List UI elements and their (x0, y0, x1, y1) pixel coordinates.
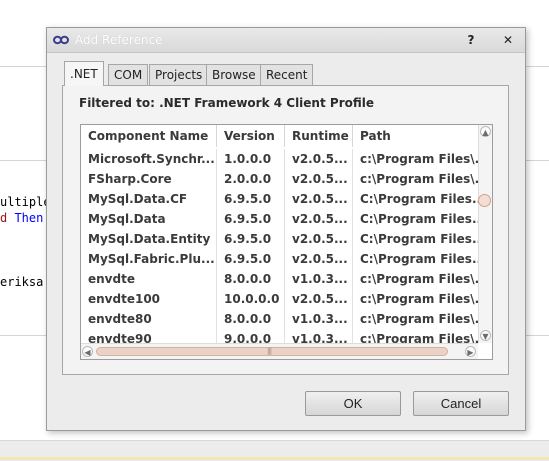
list-header: Component Name Version Runtime Path (81, 125, 478, 147)
cell-runtime: v1.0.3... (284, 269, 352, 289)
cell-runtime: v2.0.5... (284, 209, 352, 229)
cell-runtime: v2.0.5... (284, 249, 352, 269)
cell-version: 6.9.5.0 (216, 249, 284, 269)
table-row[interactable]: envdte100 10.0.0.0 v2.0.5... c:\Program Fil… (81, 289, 478, 309)
visual-studio-icon (53, 35, 69, 45)
cell-path: c:\Program Files\... (352, 269, 478, 289)
tab-projects[interactable]: Projects (149, 64, 209, 85)
cell-path: c:\Program Files\... (352, 169, 478, 189)
cell-path: c:\Program Files\... (352, 289, 478, 309)
cell-component-name: FSharp.Core (88, 172, 172, 186)
cell-version: 10.0.0.0 (216, 289, 284, 309)
cell-component-name: MySql.Data.Entity (88, 232, 211, 246)
cell-path: c:\Program Files\... (352, 309, 478, 329)
table-row[interactable]: FSharp.Core 2.0.0.0 v2.0.5... c:\Program Fi… (81, 169, 478, 189)
editor-status-strip (0, 440, 549, 461)
question-mark-icon[interactable]: ? (462, 31, 480, 49)
cell-version: 6.9.5.0 (216, 189, 284, 209)
cell-version: 2.0.0.0 (216, 169, 284, 189)
cell-runtime: v2.0.5... (284, 169, 352, 189)
editor-code-line: d Then (0, 211, 43, 225)
cell-path: C:\Program Files... (352, 249, 478, 269)
ok-button[interactable]: OK (305, 391, 401, 416)
close-icon[interactable]: ✕ (499, 31, 517, 49)
cell-path: C:\Program Files... (352, 229, 478, 249)
editor-code-line: ultiple (0, 195, 51, 209)
table-row[interactable]: MySql.Data.CF 6.9.5.0 v2.0.5... C:\Program … (81, 189, 478, 209)
filter-label: Filtered to: .NET Framework 4 Client Pro… (79, 96, 374, 110)
cell-component-name: Microsoft.Synchr... (88, 152, 215, 166)
cell-component-name: MySql.Data (88, 212, 166, 226)
cell-path: C:\Program Files... (352, 189, 478, 209)
scroll-down-icon[interactable]: ▼ (480, 330, 491, 341)
cell-runtime: v2.0.5... (284, 229, 352, 249)
editor-code-line: eriksa (0, 275, 44, 289)
column-header-path[interactable]: Path (352, 125, 478, 147)
grip-icon: ||| (267, 347, 272, 355)
scroll-right-icon[interactable]: ▶ (465, 346, 476, 357)
cell-runtime: v2.0.5... (284, 189, 352, 209)
cell-runtime: v1.0.3... (284, 309, 352, 329)
tab-recent[interactable]: Recent (260, 64, 314, 85)
column-header-version[interactable]: Version (216, 125, 284, 147)
horizontal-scrollbar[interactable]: ◀ ||| ▶ (81, 343, 478, 359)
table-row[interactable]: MySql.Data 6.9.5.0 v2.0.5... C:\Program Fil… (81, 209, 478, 229)
table-row[interactable]: envdte80 8.0.0.0 v1.0.3... c:\Program Files… (81, 309, 478, 329)
editor-keyword: Then (14, 211, 44, 225)
cell-version: 8.0.0.0 (216, 309, 284, 329)
horizontal-scroll-thumb[interactable]: ||| (96, 347, 448, 356)
column-header-runtime[interactable]: Runtime (284, 125, 352, 147)
vertical-scrollbar[interactable]: ▲ ▼ (478, 125, 492, 343)
cell-component-name: envdte (88, 272, 135, 286)
cell-component-name: envdte80 (88, 312, 152, 326)
column-header-component-name[interactable]: Component Name (81, 125, 216, 147)
cell-runtime: v2.0.5... (284, 149, 352, 169)
cell-version: 8.0.0.0 (216, 269, 284, 289)
tab-net[interactable]: .NET (64, 61, 104, 86)
cell-path: C:\Program Files... (352, 209, 478, 229)
table-row[interactable]: MySql.Data.Entity 6.9.5.0 v2.0.5... C:\Prog… (81, 229, 478, 249)
scroll-left-icon[interactable]: ◀ (82, 346, 93, 357)
vertical-scroll-thumb[interactable] (478, 194, 491, 207)
cell-version: 1.0.0.0 (216, 149, 284, 169)
dialog-title: Add Reference (75, 33, 163, 47)
cell-component-name: envdte100 (88, 292, 161, 306)
cell-component-name: MySql.Data.CF (88, 192, 188, 206)
tab-com[interactable]: COM (108, 64, 149, 85)
cancel-button[interactable]: Cancel (413, 391, 509, 416)
table-row[interactable]: envdte 8.0.0.0 v1.0.3... c:\Program Files\.… (81, 269, 478, 289)
cell-path: c:\Program Files\... (352, 149, 478, 169)
cell-component-name: MySql.Fabric.Plu... (88, 252, 215, 266)
component-list[interactable]: Component Name Version Runtime Path Micr… (80, 124, 493, 360)
scroll-up-icon[interactable]: ▲ (480, 126, 491, 137)
cell-version: 6.9.5.0 (216, 229, 284, 249)
table-row[interactable]: MySql.Fabric.Plu... 6.9.5.0 v2.0.5... C:\Pr… (81, 249, 478, 269)
dialog-titlebar[interactable]: Add Reference ? ✕ (47, 28, 525, 53)
add-reference-dialog: Add Reference ? ✕ .NET COM Projects Brow… (46, 27, 526, 431)
tab-browse[interactable]: Browse (206, 64, 262, 85)
cell-version: 6.9.5.0 (216, 209, 284, 229)
cell-runtime: v2.0.5... (284, 289, 352, 309)
editor-code-prefix: d (0, 211, 15, 225)
table-row[interactable]: Microsoft.Synchr... 1.0.0.0 v2.0.5... c:\Pr… (81, 149, 478, 169)
